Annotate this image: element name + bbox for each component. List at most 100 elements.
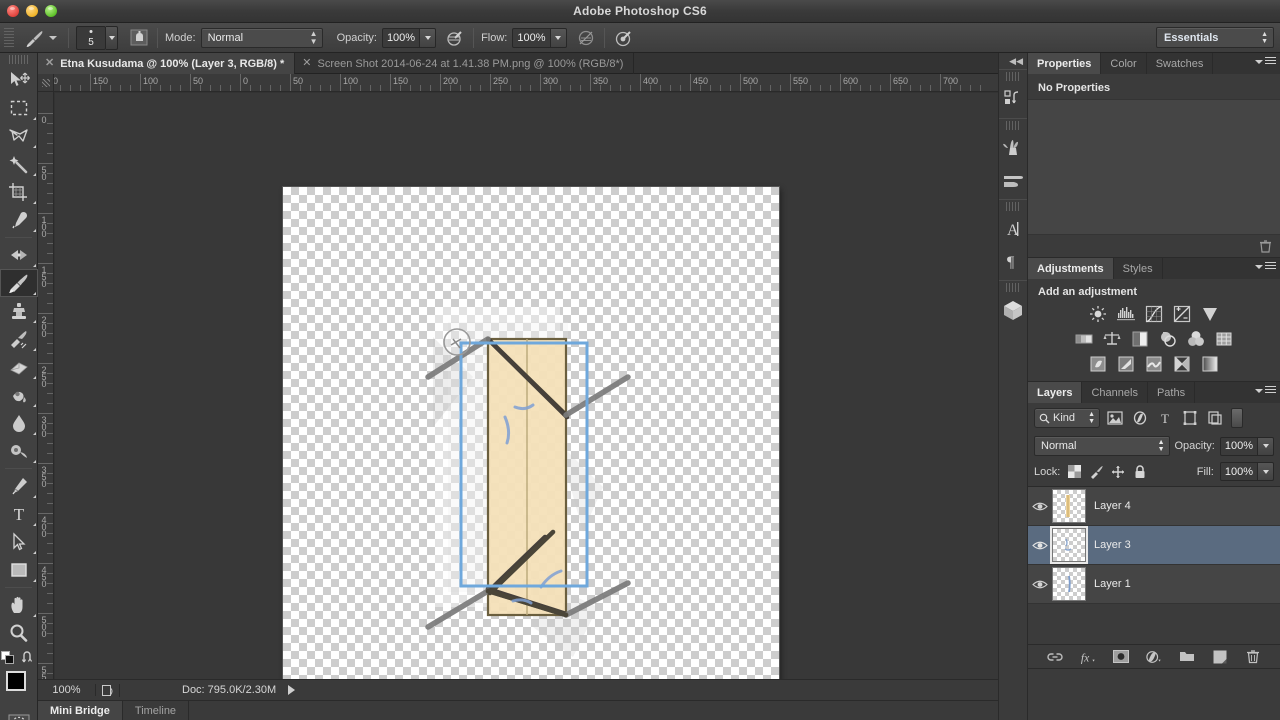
tool-hand[interactable] <box>0 591 38 619</box>
tool-move[interactable] <box>0 66 38 94</box>
brush-panel-toggle-button[interactable] <box>128 27 150 49</box>
tool-crop[interactable] <box>0 178 38 206</box>
rail-grip[interactable] <box>1006 202 1020 211</box>
tab-channels[interactable]: Channels <box>1082 382 1148 403</box>
flow-value[interactable]: 100% <box>512 27 551 48</box>
layer-visibility-toggle[interactable] <box>1028 540 1052 551</box>
tool-clone-stamp[interactable] <box>0 297 38 325</box>
channel-mixer-button[interactable] <box>1187 330 1205 348</box>
lock-position-button[interactable] <box>1110 464 1126 480</box>
new-adjustment-layer-button[interactable] <box>1146 649 1162 665</box>
play-arrow-icon[interactable] <box>288 685 296 695</box>
tool-eyedropper[interactable] <box>0 206 38 234</box>
filter-pixel-button[interactable] <box>1104 408 1125 428</box>
new-layer-button[interactable] <box>1212 649 1228 665</box>
layer-row-layer-4[interactable]: Layer 4 <box>1028 487 1280 526</box>
tool-rectangular-marquee[interactable] <box>0 94 38 122</box>
blend-mode-select[interactable]: Normal ▲ ▼ <box>200 27 323 48</box>
tool-gradient[interactable] <box>0 381 38 409</box>
opacity-dropdown[interactable] <box>420 27 437 48</box>
layer-fill-control[interactable]: 100% <box>1219 462 1274 481</box>
brush-panel-button[interactable] <box>999 132 1027 164</box>
tool-brush[interactable] <box>0 269 38 297</box>
hue-saturation-button[interactable] <box>1075 330 1093 348</box>
opacity-control[interactable]: 100% <box>381 27 437 48</box>
curves-button[interactable] <box>1145 305 1163 323</box>
gradient-map-button[interactable] <box>1201 355 1219 373</box>
layer-name[interactable]: Layer 3 <box>1094 539 1131 551</box>
current-tool-preview[interactable] <box>20 28 61 48</box>
default-colors-icon[interactable] <box>1 651 15 665</box>
layer-filter-kind-select[interactable]: Kind ▲ ▼ <box>1034 408 1100 428</box>
layer-style-button[interactable]: fx <box>1080 649 1096 665</box>
delete-layer-button[interactable] <box>1245 649 1261 665</box>
tool-zoom[interactable] <box>0 619 38 647</box>
tool-quick-selection[interactable] <box>0 150 38 178</box>
document-tab-screen-shot[interactable]: ✕ Screen Shot 2014-06-24 at 1.41.38 PM.p… <box>295 53 635 74</box>
color-balance-button[interactable] <box>1103 330 1121 348</box>
layer-name[interactable]: Layer 4 <box>1094 500 1131 512</box>
tool-history-brush[interactable] <box>0 325 38 353</box>
document-thumbnail-button[interactable] <box>96 683 120 697</box>
collapse-panels-button[interactable]: ◀◀ <box>999 53 1027 69</box>
tool-path-selection[interactable] <box>0 528 38 556</box>
filter-smart-object-button[interactable] <box>1204 408 1225 428</box>
paragraph-panel-button[interactable]: ¶ <box>999 245 1027 277</box>
vertical-ruler[interactable]: 0 50 100 150 200 250 300 350 400 450 500 55 <box>38 92 54 699</box>
flow-dropdown[interactable] <box>550 27 567 48</box>
panel-menu-button[interactable] <box>1255 262 1276 271</box>
lock-transparent-pixels-button[interactable] <box>1066 464 1082 480</box>
layer-thumbnail[interactable] <box>1052 489 1086 523</box>
filter-enable-toggle[interactable] <box>1231 408 1243 428</box>
character-panel-button[interactable]: A <box>999 213 1027 245</box>
layer-visibility-toggle[interactable] <box>1028 501 1052 512</box>
options-bar-grip[interactable] <box>4 27 14 48</box>
tool-rectangle-shape[interactable] <box>0 556 38 584</box>
tools-panel-grip[interactable] <box>8 55 29 64</box>
layer-thumbnail[interactable] <box>1050 526 1088 564</box>
tab-swatches[interactable]: Swatches <box>1147 53 1214 74</box>
tab-styles[interactable]: Styles <box>1114 258 1163 279</box>
zoom-level[interactable]: 100% <box>38 684 96 696</box>
layer-blend-mode-select[interactable]: Normal ▲ ▼ <box>1034 436 1170 456</box>
bottom-tab-timeline[interactable]: Timeline <box>123 701 190 720</box>
posterize-button[interactable] <box>1117 355 1135 373</box>
rail-grip[interactable] <box>1006 121 1020 130</box>
brush-presets-panel-button[interactable] <box>999 164 1027 196</box>
add-layer-mask-button[interactable] <box>1113 649 1129 665</box>
flow-control[interactable]: 100% <box>512 27 567 48</box>
layer-row-layer-3[interactable]: Layer 3 <box>1028 526 1280 565</box>
panel-menu-button[interactable] <box>1255 386 1276 395</box>
threshold-button[interactable] <box>1145 355 1163 373</box>
photo-filter-button[interactable] <box>1159 330 1177 348</box>
tab-color[interactable]: Color <box>1101 53 1147 74</box>
layer-fill-dropdown[interactable] <box>1258 462 1274 481</box>
tab-paths[interactable]: Paths <box>1148 382 1196 403</box>
opacity-value[interactable]: 100% <box>381 27 421 48</box>
layer-opacity-dropdown[interactable] <box>1258 436 1274 456</box>
horizontal-ruler[interactable]: 2001501005005010015020025030035040045050… <box>54 74 1028 92</box>
filter-type-button[interactable]: T <box>1154 408 1175 428</box>
tool-dodge[interactable] <box>0 437 38 465</box>
vibrance-button[interactable] <box>1201 305 1219 323</box>
lock-image-pixels-button[interactable] <box>1088 464 1104 480</box>
layer-row-layer-1[interactable]: Layer 1 <box>1028 565 1280 604</box>
brightness-contrast-button[interactable] <box>1089 305 1107 323</box>
brush-size-picker[interactable]: 5 <box>76 25 118 50</box>
ruler-origin-corner[interactable] <box>38 74 54 92</box>
rail-grip[interactable] <box>1006 72 1020 81</box>
brush-preset-dropdown[interactable] <box>106 25 118 50</box>
tool-lasso[interactable] <box>0 122 38 150</box>
3d-panel-button[interactable] <box>999 294 1027 326</box>
delete-icon[interactable] <box>1259 239 1272 253</box>
layer-thumbnail[interactable] <box>1052 567 1086 601</box>
rail-grip[interactable] <box>1006 283 1020 292</box>
foreground-color-swatch[interactable] <box>6 671 26 691</box>
filter-shape-button[interactable] <box>1179 408 1200 428</box>
document-tab-etna-kusudama[interactable]: ✕ Etna Kusudama @ 100% (Layer 3, RGB/8) … <box>38 53 296 74</box>
swap-colors-icon[interactable] <box>22 651 36 665</box>
layer-name[interactable]: Layer 1 <box>1094 578 1131 590</box>
tool-horizontal-type[interactable]: T <box>0 500 38 528</box>
layer-opacity-control[interactable]: 100% <box>1219 436 1274 456</box>
panel-menu-button[interactable] <box>1255 57 1276 66</box>
